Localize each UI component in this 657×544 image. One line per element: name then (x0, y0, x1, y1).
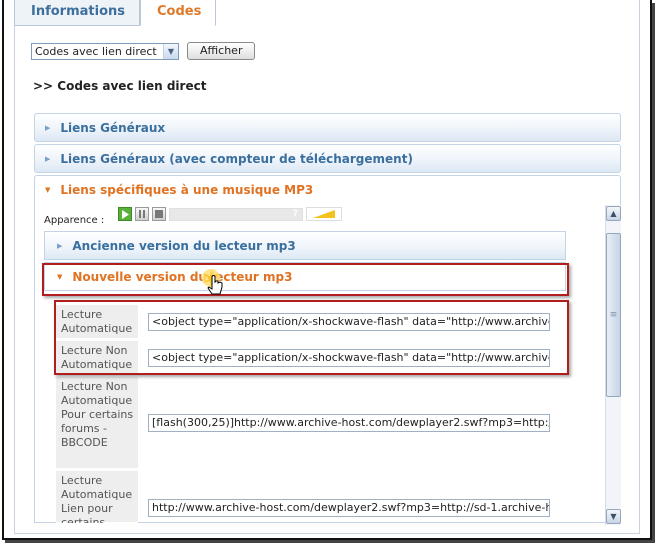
code-type-select[interactable]: Codes avec lien direct ▼ (31, 42, 179, 60)
table-row: Lecture Non Automatique <object type="ap… (56, 341, 554, 375)
play-button[interactable] (118, 207, 132, 221)
scroll-down-button[interactable]: ▼ (606, 509, 621, 524)
triangle-right-icon: ▶ (45, 154, 51, 163)
volume-slider[interactable] (306, 207, 342, 221)
stop-icon (155, 210, 163, 218)
table-row: Lecture Automatique Lien pour certains h… (56, 471, 554, 523)
accordion-liens-generaux-compteur[interactable]: ▶ Liens Généraux (avec compteur de téléc… (34, 144, 621, 173)
tab-codes[interactable]: Codes (140, 0, 217, 26)
scroll-up-button[interactable]: ▲ (606, 206, 621, 221)
accordion-label: Liens Généraux (60, 120, 166, 135)
table-row: Lecture Non Automatique Pour certains fo… (56, 377, 554, 469)
code-type-select-value: Codes avec lien direct (35, 44, 157, 58)
code-field[interactable]: <object type="application/x-shockwave-fl… (148, 313, 550, 331)
pause-button[interactable] (135, 207, 149, 221)
apparence-label: Apparence : (44, 215, 105, 226)
hand-cursor-icon (202, 269, 223, 295)
play-icon (122, 209, 129, 219)
code-field[interactable]: <object type="application/x-shockwave-fl… (148, 349, 550, 367)
player-progress-track[interactable]: ? (169, 207, 303, 221)
stop-button[interactable] (152, 207, 166, 221)
pause-icon (139, 210, 145, 218)
player-track-mark: ? (292, 208, 298, 219)
row-label: Lecture Non Automatique (56, 341, 138, 375)
sub-accordion-ancienne-version[interactable]: ▶ Ancienne version du lecteur mp3 (44, 231, 566, 260)
tab-informations[interactable]: Informations (14, 0, 141, 26)
code-field[interactable]: [flash(300,25)]http://www.archive-host.c… (148, 414, 550, 432)
scroll-thumb[interactable]: ≡ (606, 233, 621, 397)
vertical-scrollbar[interactable]: ▲ ≡ ▼ (605, 205, 621, 525)
row-label: Lecture Non Automatique Pour certains fo… (56, 377, 138, 469)
chevron-down-icon[interactable]: ▼ (163, 43, 178, 59)
accordion-liens-mp3[interactable]: ▼ Liens spécifiques à une musique MP3 (34, 175, 621, 204)
tab-bar: Informations Codes (14, 0, 217, 26)
mp3-player-preview: ? (118, 207, 342, 221)
afficher-button[interactable]: Afficher (187, 42, 256, 60)
accordion-liens-generaux[interactable]: ▶ Liens Généraux (34, 113, 621, 142)
triangle-down-icon: ▼ (45, 186, 51, 194)
sub-accordion-label: Nouvelle version du lecteur mp3 (72, 269, 293, 284)
section-title: >> Codes avec lien direct (33, 79, 207, 93)
triangle-down-icon: ▼ (57, 272, 63, 281)
triangle-right-icon: ▶ (45, 123, 51, 132)
sub-accordion-nouvelle-version[interactable]: ▼ Nouvelle version du lecteur mp3 (44, 262, 566, 291)
accordion-label: Liens spécifiques à une musique MP3 (60, 183, 314, 197)
accordion-label: Liens Généraux (avec compteur de télécha… (60, 151, 413, 166)
code-field[interactable]: http://www.archive-host.com/dewplayer2.s… (148, 499, 550, 517)
row-label: Lecture Automatique (56, 305, 138, 339)
table-row: Lecture Automatique <object type="applic… (56, 305, 554, 339)
sub-accordion-label: Ancienne version du lecteur mp3 (72, 238, 296, 253)
toolbar: Codes avec lien direct ▼ Afficher (31, 42, 256, 60)
row-label: Lecture Automatique Lien pour certains (56, 471, 138, 523)
triangle-right-icon: ▶ (57, 241, 63, 250)
